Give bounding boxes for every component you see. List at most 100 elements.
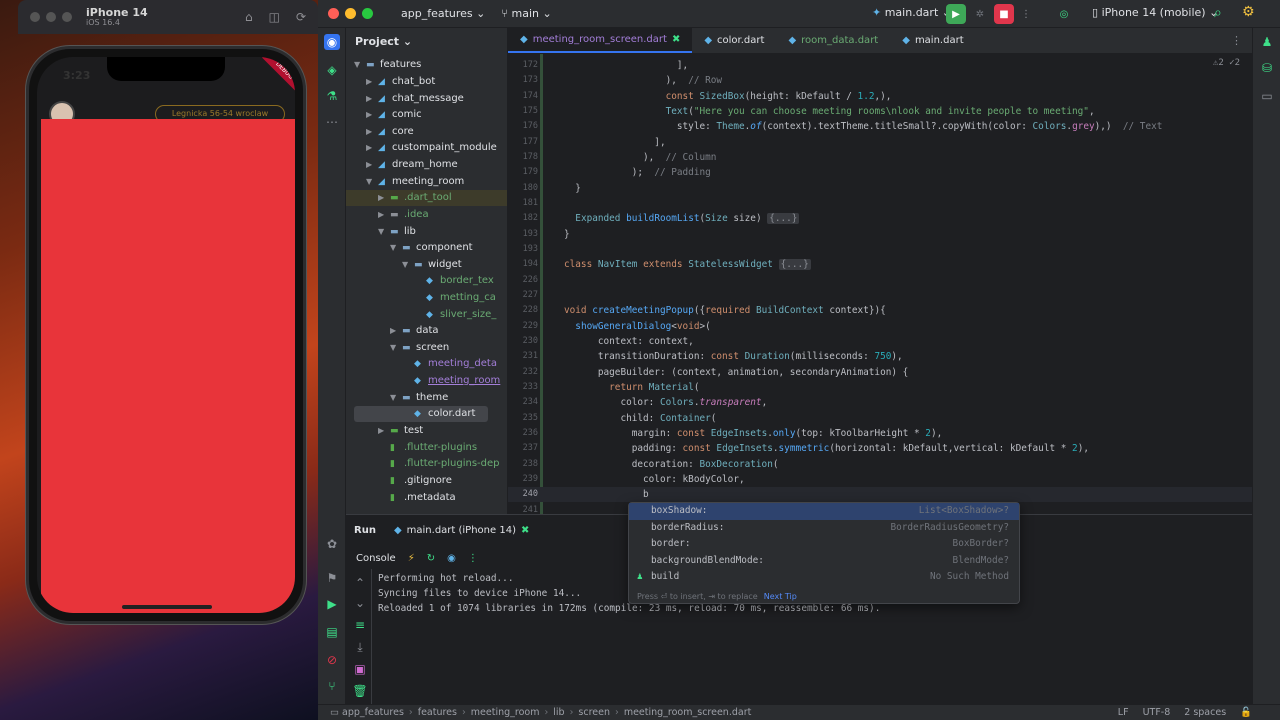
next-tip-link[interactable]: Next Tip xyxy=(764,592,797,601)
problems-icon[interactable]: ⊘ xyxy=(324,652,340,668)
project-tool-icon[interactable]: ◉ xyxy=(324,34,340,50)
project-switcher[interactable]: app_features ⌄ xyxy=(401,7,485,20)
tree-item-metadata[interactable]: ▮ .metadata xyxy=(390,490,506,506)
scroll-up-icon[interactable]: ⌃ xyxy=(352,575,368,591)
home-icon[interactable]: ⌂ xyxy=(245,10,253,24)
tree-item-comic[interactable]: ▶ ◢ comic xyxy=(366,107,506,123)
stop-button[interactable]: ■ xyxy=(994,4,1014,24)
meeting-popup-container[interactable] xyxy=(41,119,295,613)
tree-item-lib[interactable]: ▼ ▬ lib xyxy=(378,224,506,240)
minimize-window-button[interactable] xyxy=(46,12,56,22)
breadcrumb-item[interactable]: lib xyxy=(553,707,564,718)
terminal-icon[interactable]: ▤ xyxy=(324,624,340,640)
devtools-icon[interactable]: ◎ xyxy=(1054,4,1074,24)
more-tools-icon[interactable]: ⋯ xyxy=(324,114,340,130)
notifications-icon[interactable]: ♟ xyxy=(1259,34,1275,50)
tree-item-flutter-plugins-dep[interactable]: ▮ .flutter-plugins-dep xyxy=(390,456,506,472)
branch-switcher[interactable]: ⑂ main ⌄ xyxy=(501,7,551,20)
phone-screen[interactable]: 3:23 DEBUG Legnicka 56-54 wroclaw xyxy=(37,57,295,613)
close-icon[interactable]: ✖ xyxy=(521,525,529,536)
more-actions-icon[interactable]: ⋮ xyxy=(1016,4,1036,24)
encoding-indicator[interactable]: UTF-8 xyxy=(1143,705,1171,720)
print-icon[interactable]: ▣ xyxy=(352,661,368,677)
search-icon[interactable]: ⌕ xyxy=(1214,5,1222,21)
line-ending-indicator[interactable]: LF xyxy=(1118,705,1129,720)
tree-item-dart-tool[interactable]: ▶ ▬ .dart_tool xyxy=(346,190,507,206)
breadcrumb-item[interactable]: meeting_room xyxy=(471,707,540,718)
run-button[interactable]: ▶ xyxy=(946,4,966,24)
close-icon[interactable]: ✖ xyxy=(672,34,680,45)
close-ide-button[interactable] xyxy=(328,8,339,19)
run-configuration-select[interactable]: ✦ main.dart ⌄ xyxy=(872,6,951,19)
completion-item[interactable]: ♟ build No Such Method xyxy=(629,569,1019,586)
tab-main-dart[interactable]: ◆ main.dart xyxy=(890,28,975,53)
device-manager-icon[interactable]: ▭ xyxy=(1259,88,1275,104)
tree-item-widget[interactable]: ▼ ▬ widget xyxy=(402,257,506,273)
console-tab[interactable]: Console xyxy=(356,553,396,564)
device-selector[interactable]: ▯ iPhone 14 (mobile) ⌄ xyxy=(1092,6,1218,19)
zoom-window-button[interactable] xyxy=(62,12,72,22)
tree-item-idea[interactable]: ▶ ▬ .idea xyxy=(378,207,506,223)
tree-item-gitignore[interactable]: ▮ .gitignore xyxy=(390,473,506,489)
structure-icon[interactable]: ⚗ xyxy=(324,88,340,104)
lock-icon[interactable]: 🔓 xyxy=(1240,705,1252,720)
devtools-icon[interactable]: ◉ xyxy=(447,553,456,564)
tree-item-screen[interactable]: ▼ ▬ screen xyxy=(390,340,506,356)
flutter-inspector-icon[interactable]: ◈ xyxy=(324,62,340,78)
breadcrumb-item[interactable]: features xyxy=(418,707,457,718)
completion-item[interactable]: backgroundBlendMode: BlendMode? xyxy=(629,553,1019,570)
tree-item-chat-bot[interactable]: ▶ ◢ chat_bot xyxy=(366,74,506,90)
soft-wrap-icon[interactable]: ≡ xyxy=(352,617,368,633)
tab-color-dart[interactable]: ◆ color.dart xyxy=(692,28,776,53)
breadcrumb-item[interactable]: app_features xyxy=(342,707,404,718)
scroll-down-icon[interactable]: ⌄ xyxy=(352,595,368,611)
hot-restart-icon[interactable]: ↻ xyxy=(427,553,435,564)
close-window-button[interactable] xyxy=(30,12,40,22)
tree-item-metting-ca[interactable]: ◆ metting_ca xyxy=(426,290,506,306)
tab-options-icon[interactable]: ⋮ xyxy=(1231,34,1252,47)
rotate-icon[interactable]: ⟳ xyxy=(296,10,306,24)
tab-meeting-room-screen[interactable]: ◆ meeting_room_screen.dart ✖ xyxy=(508,28,693,53)
hierarchy-icon[interactable]: ⚑ xyxy=(324,570,340,586)
screenshot-icon[interactable]: ◫ xyxy=(269,10,280,24)
tree-item-meeting-room-screen[interactable]: ◆ meeting_room xyxy=(414,373,506,389)
project-panel-header[interactable]: Project ⌄ xyxy=(346,28,507,54)
home-indicator[interactable] xyxy=(122,605,212,609)
tree-item-core[interactable]: ▶ ◢ core xyxy=(366,124,506,140)
tree-item-dream-home[interactable]: ▶ ◢ dream_home xyxy=(366,157,506,173)
hot-reload-icon[interactable]: ⚡ xyxy=(408,553,415,564)
code-editor[interactable]: ⚠2 ✓2 172 ], 173 ), // Row 174 const Siz… xyxy=(508,54,1252,514)
gear-icon[interactable]: ⚙ xyxy=(1242,4,1255,20)
tab-room-data[interactable]: ◆ room_data.dart xyxy=(776,28,890,53)
completion-item[interactable]: boxShadow: List<BoxShadow>? xyxy=(629,503,1019,520)
tree-item-chat-message[interactable]: ▶ ◢ chat_message xyxy=(366,91,506,107)
tree-item-features[interactable]: ▼ ▬ features xyxy=(354,57,504,73)
debug-icon[interactable]: ✲ xyxy=(970,4,990,24)
tree-item-theme[interactable]: ▼ ▬ theme xyxy=(390,390,506,406)
breadcrumb-item[interactable]: meeting_room_screen.dart xyxy=(624,707,752,718)
tree-item-meeting-room[interactable]: ▼ ◢ meeting_room xyxy=(366,174,506,190)
completion-item[interactable]: border: BoxBorder? xyxy=(629,536,1019,553)
tree-item-sliver-size[interactable]: ◆ sliver_size_ xyxy=(426,307,506,323)
git-icon[interactable]: ⑂ xyxy=(324,678,340,694)
tree-item-color-dart[interactable]: ◆ color.dart xyxy=(354,406,488,422)
tree-item-test[interactable]: ▶ ▬ test xyxy=(378,423,506,439)
tree-item-data[interactable]: ▶ ▬ data xyxy=(390,323,506,339)
tree-item-border-tex[interactable]: ◆ border_tex xyxy=(426,273,506,289)
tree-item-custompaint-module[interactable]: ▶ ◢ custompaint_module xyxy=(366,140,506,156)
tree-item-flutter-plugins[interactable]: ▮ .flutter-plugins xyxy=(390,440,506,456)
minimize-ide-button[interactable] xyxy=(345,8,356,19)
database-icon[interactable]: ⛁ xyxy=(1259,60,1275,76)
completion-item[interactable]: borderRadius: BorderRadiusGeometry? xyxy=(629,520,1019,537)
run-tab[interactable]: ◆ main.dart (iPhone 14) ✖ xyxy=(394,525,529,536)
build-icon[interactable]: ✿ xyxy=(324,536,340,552)
zoom-ide-button[interactable] xyxy=(362,8,373,19)
tree-item-component[interactable]: ▼ ▬ component xyxy=(390,240,506,256)
breadcrumb-item[interactable]: screen xyxy=(578,707,610,718)
clear-console-icon[interactable]: 🗑 xyxy=(352,683,368,699)
scroll-to-end-icon[interactable]: ⤓ xyxy=(352,639,368,655)
tree-item-meeting-deta[interactable]: ◆ meeting_deta xyxy=(414,356,506,372)
more-icon[interactable]: ⋮ xyxy=(468,553,478,564)
indent-indicator[interactable]: 2 spaces xyxy=(1184,705,1226,720)
run-tool-icon[interactable]: ▶ xyxy=(324,596,340,612)
